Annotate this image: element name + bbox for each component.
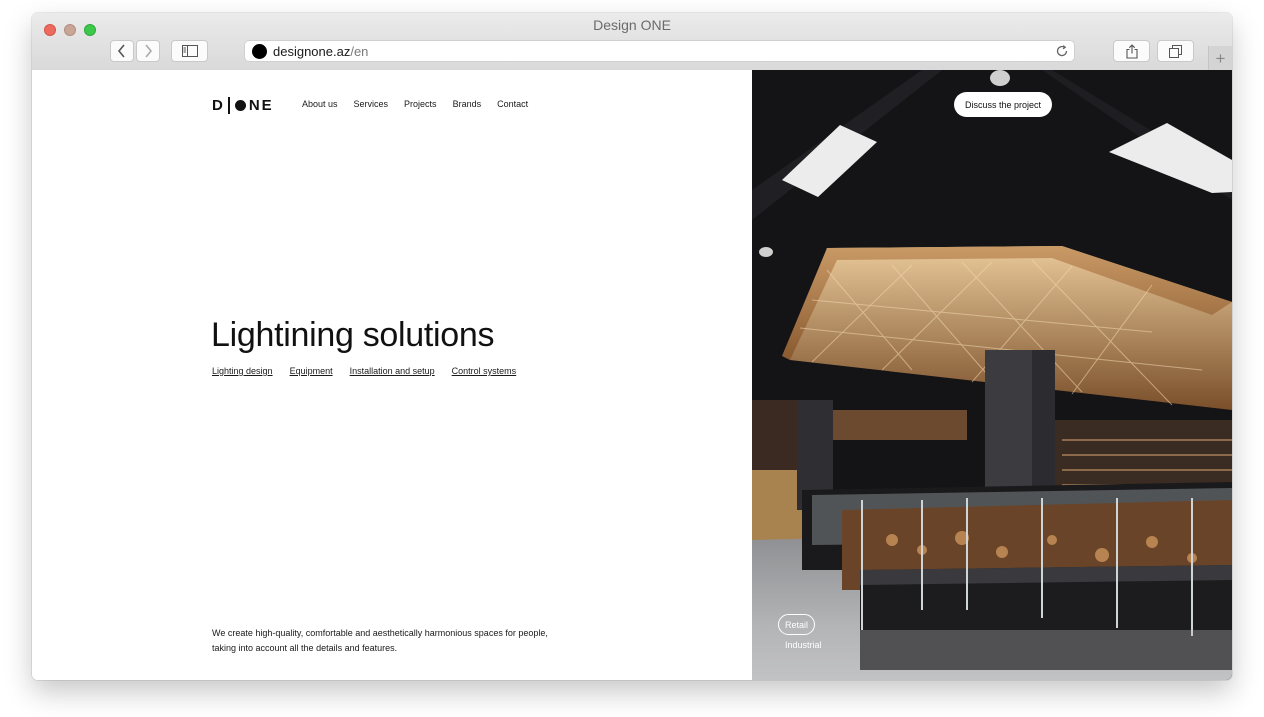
- window-title: Design ONE: [593, 17, 671, 33]
- page-title: Lightining solutions: [211, 316, 495, 354]
- chevron-right-icon: [145, 44, 153, 58]
- category-tag-industrial[interactable]: Industrial: [785, 640, 822, 650]
- share-icon: [1125, 43, 1138, 59]
- store-interior-illustration: [752, 70, 1232, 680]
- nav-services[interactable]: Services: [354, 99, 389, 109]
- tabs-overview-button[interactable]: [1157, 40, 1194, 62]
- category-tag-retail[interactable]: Retail: [778, 614, 815, 635]
- nav-brands[interactable]: Brands: [453, 99, 482, 109]
- discuss-project-button[interactable]: Discuss the project: [954, 92, 1052, 117]
- share-button[interactable]: [1113, 40, 1150, 62]
- webpage: D NE About us Services Projects Brands C…: [32, 70, 1232, 680]
- new-tab-button[interactable]: +: [1208, 46, 1232, 70]
- service-links: Lighting design Equipment Installation a…: [212, 366, 533, 376]
- hero-description: We create high-quality, comfortable and …: [212, 628, 548, 653]
- hero-photo: Discuss the project Retail Industrial: [752, 70, 1232, 680]
- reload-icon[interactable]: [1055, 44, 1069, 58]
- back-button[interactable]: [110, 40, 134, 62]
- link-lighting-design[interactable]: Lighting design: [212, 366, 273, 376]
- browser-window: Design ONE designone.az/en + D NE About …: [32, 13, 1232, 680]
- link-control-systems[interactable]: Control systems: [452, 366, 517, 376]
- link-installation-and-setup[interactable]: Installation and setup: [350, 366, 435, 376]
- plus-icon: +: [1215, 48, 1226, 68]
- address-bar[interactable]: designone.az/en: [244, 40, 1075, 62]
- logo-dot: [234, 99, 246, 111]
- nav-about-us[interactable]: About us: [302, 99, 338, 109]
- site-logo[interactable]: D NE: [212, 96, 274, 114]
- site-favicon: [252, 44, 267, 59]
- content-panel: D NE About us Services Projects Brands C…: [32, 70, 752, 680]
- logo-bar: [227, 96, 230, 114]
- chevron-left-icon: [117, 44, 125, 58]
- nav-projects[interactable]: Projects: [404, 99, 437, 109]
- nav-contact[interactable]: Contact: [497, 99, 528, 109]
- sidebar-icon: [181, 45, 198, 57]
- forward-button[interactable]: [136, 40, 160, 62]
- logo-letter-d: D: [212, 96, 225, 114]
- url-text: designone.az/en: [273, 44, 369, 59]
- tabs-icon: [1169, 44, 1182, 58]
- logo-letters-ne: NE: [248, 96, 274, 114]
- main-nav: About us Services Projects Brands Contac…: [302, 99, 544, 109]
- link-equipment[interactable]: Equipment: [290, 366, 333, 376]
- sidebar-toggle-button[interactable]: [171, 40, 208, 62]
- browser-toolbar: Design ONE designone.az/en +: [32, 13, 1232, 71]
